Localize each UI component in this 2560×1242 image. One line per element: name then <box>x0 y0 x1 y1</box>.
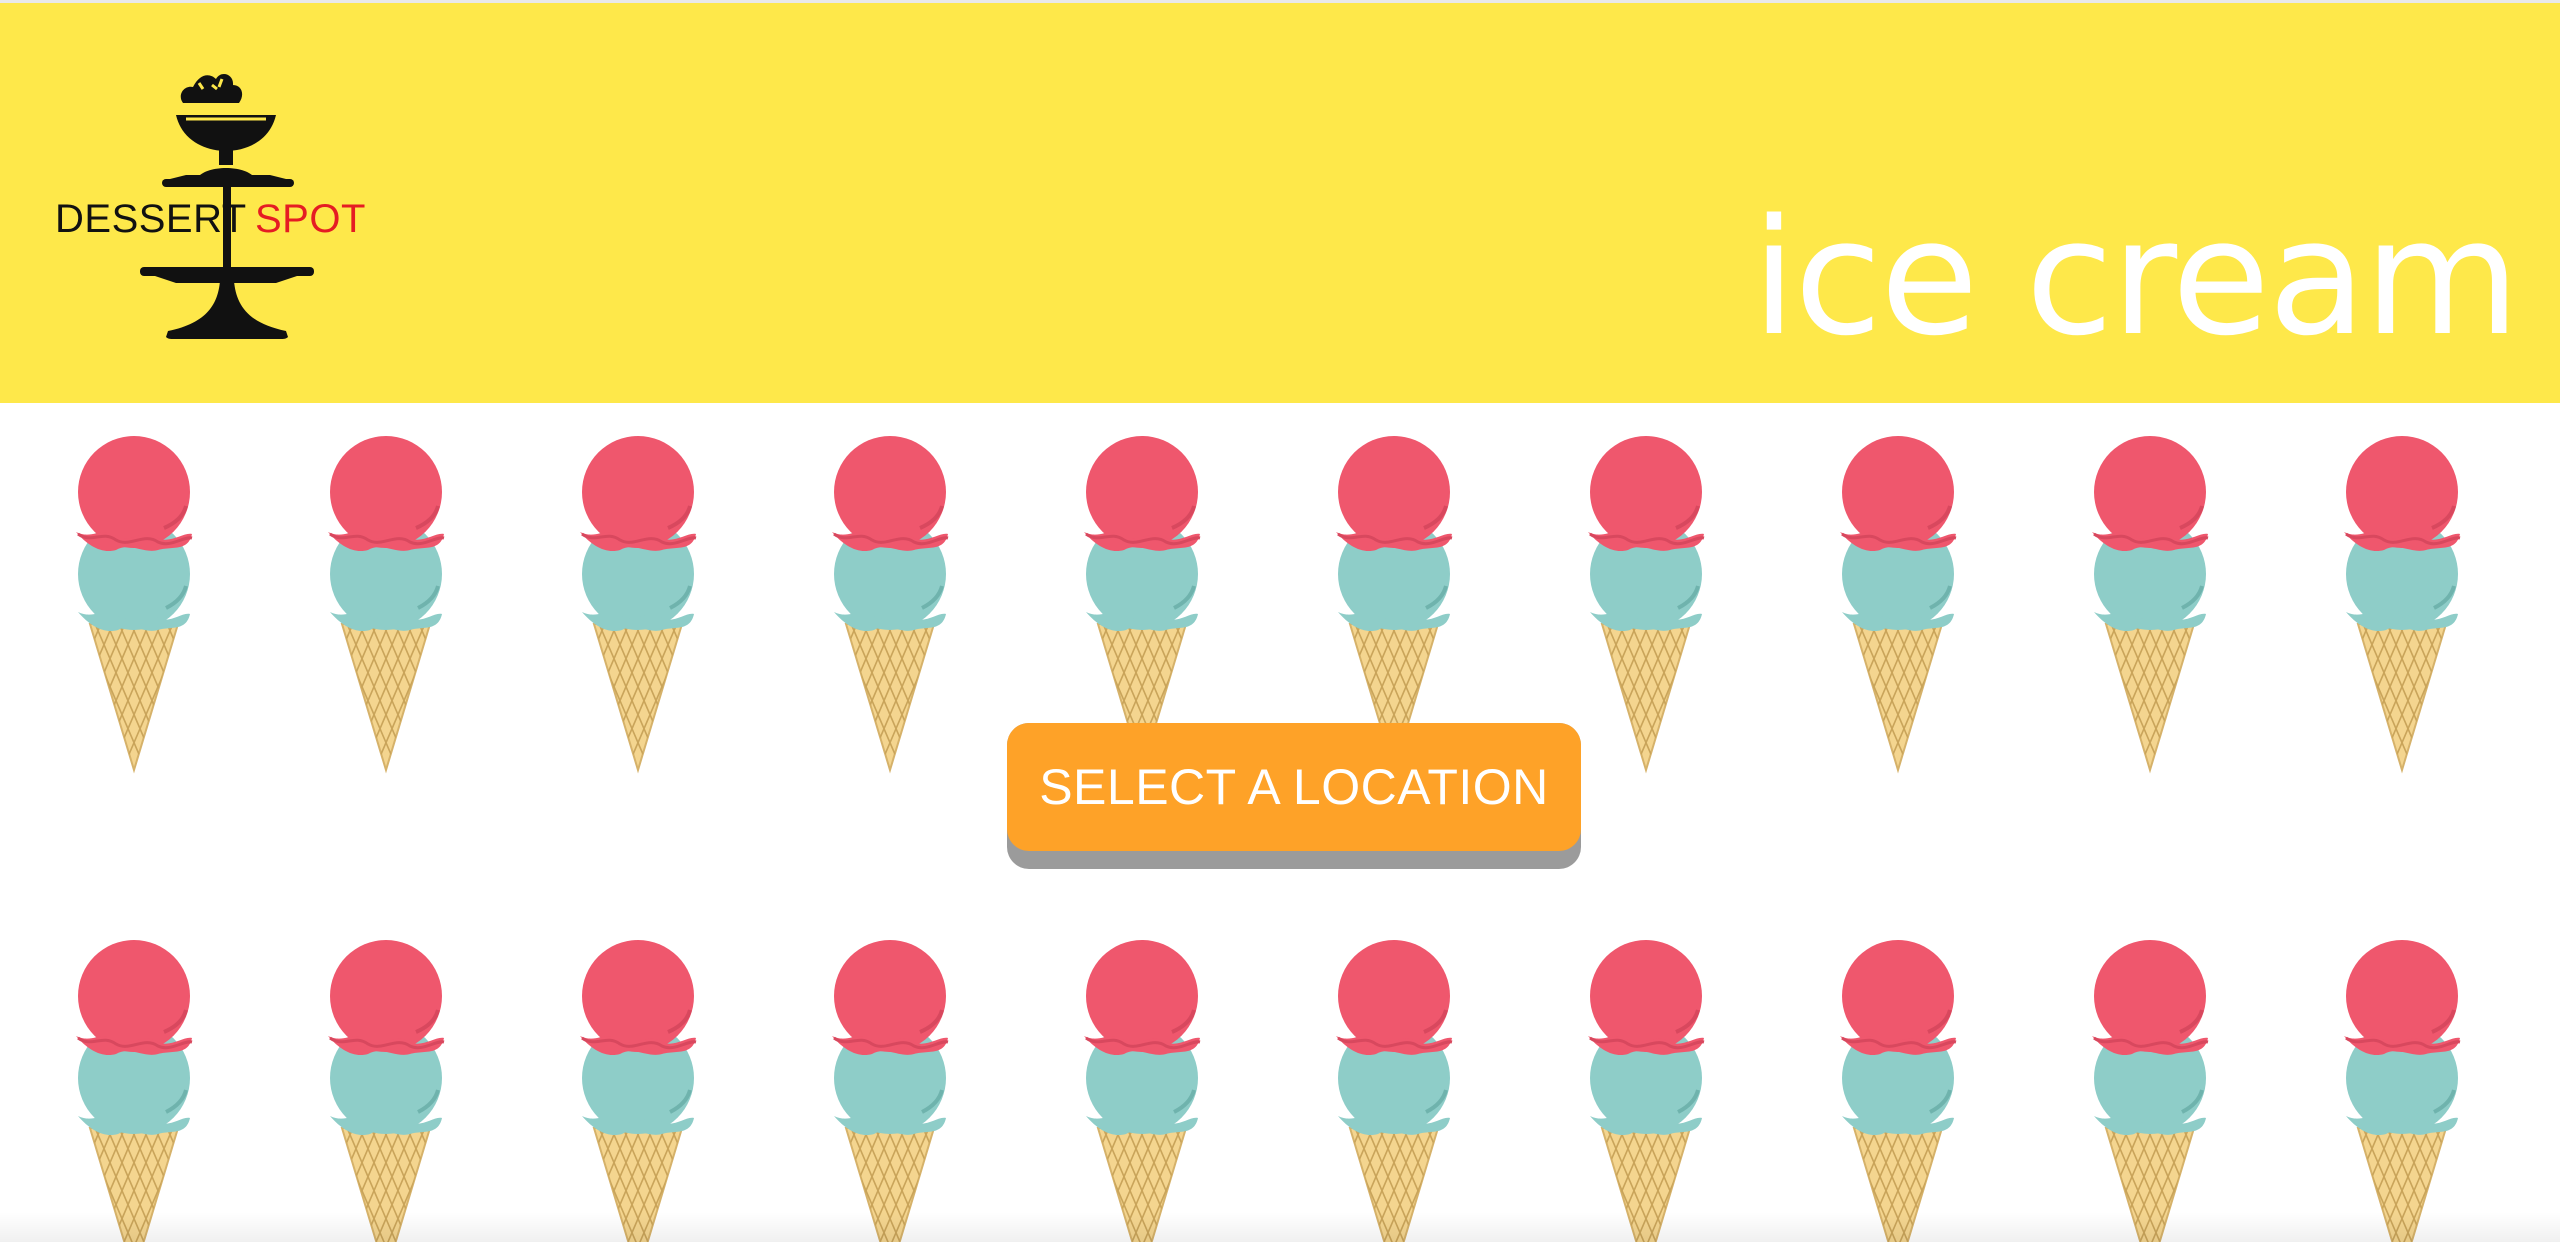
dessert-spot-logo[interactable]: DESSERT SPOT <box>50 71 380 341</box>
ice-cream-cone-icon <box>326 436 446 776</box>
page: DESSERT SPOT ice cream SELECT A LOCATION <box>0 0 2560 1242</box>
ice-cream-cone-icon <box>326 940 446 1242</box>
logo-word-spot: SPOT <box>255 197 366 241</box>
ice-cream-cone-icon <box>830 940 950 1242</box>
page-title: ice cream <box>1751 184 2520 371</box>
ice-cream-cone-icon <box>2090 940 2210 1242</box>
ice-cream-cone-icon <box>2342 436 2462 776</box>
logo-word-dessert: DESSERT <box>55 197 247 241</box>
header-banner: DESSERT SPOT ice cream <box>0 3 2560 403</box>
ice-cream-cone-icon <box>578 940 698 1242</box>
ice-cream-cone-icon <box>578 436 698 776</box>
ice-cream-cone-icon <box>1586 940 1706 1242</box>
ice-cream-cone-icon <box>2342 940 2462 1242</box>
ice-cream-cone-icon <box>1838 940 1958 1242</box>
ice-cream-cone-icon <box>2090 436 2210 776</box>
ice-cream-cone-icon <box>1586 436 1706 776</box>
ice-cream-cone-icon <box>830 436 950 776</box>
ice-cream-cone-icon <box>1334 940 1454 1242</box>
ice-cream-cone-icon <box>74 940 194 1242</box>
ice-cream-cone-icon <box>74 436 194 776</box>
ice-cream-cone-icon <box>1838 436 1958 776</box>
ice-cream-cone-icon <box>1082 940 1202 1242</box>
select-location-label: SELECT A LOCATION <box>1007 723 1581 851</box>
select-location-button[interactable]: SELECT A LOCATION <box>1007 723 1581 869</box>
